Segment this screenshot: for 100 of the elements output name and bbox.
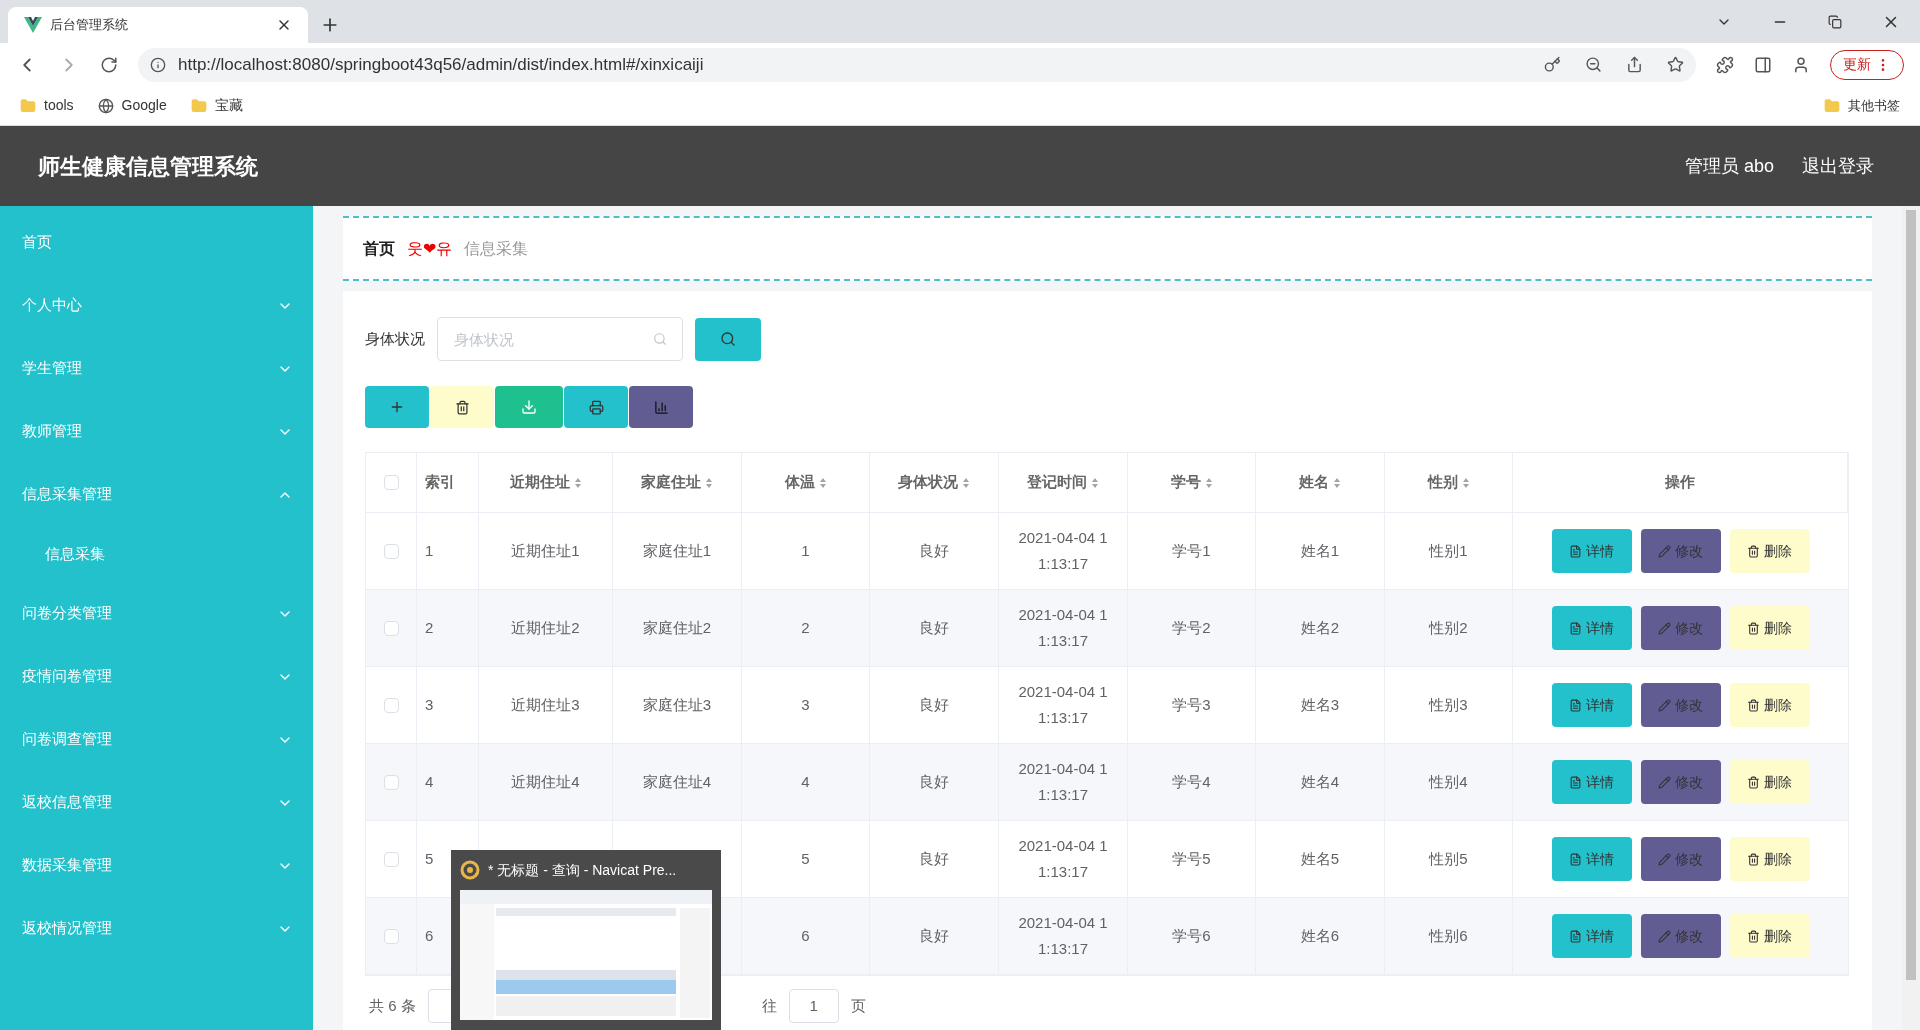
table-cell-text: 良好 (919, 771, 949, 792)
detail-button[interactable]: 详情 (1551, 683, 1632, 727)
bar-chart-icon (653, 399, 669, 415)
sort-icon[interactable] (1204, 476, 1213, 489)
column-header: 体温 (784, 472, 815, 493)
profile-icon[interactable] (1792, 55, 1810, 74)
row-checkbox[interactable] (383, 928, 399, 944)
pencil-icon (1658, 852, 1671, 866)
select-all-checkbox[interactable] (383, 475, 399, 490)
sort-icon[interactable] (1461, 476, 1470, 489)
table-cell-text: 2021-04-04 11:13:17 (1017, 605, 1109, 651)
pencil-icon (1658, 698, 1671, 712)
tab-title: 后台管理系统 (50, 16, 129, 35)
table-cell-text: 姓名5 (1300, 848, 1340, 869)
table-cell-text: 2021-04-04 11:13:17 (1017, 528, 1109, 574)
folder-icon (1824, 97, 1840, 114)
print-button[interactable] (564, 386, 628, 428)
pencil-icon (1658, 621, 1671, 635)
row-checkbox[interactable] (383, 543, 399, 559)
search-button[interactable] (695, 317, 761, 361)
table-cell-text: 2 (425, 617, 434, 638)
trash-icon (1747, 852, 1760, 866)
delete-button[interactable]: 删除 (1729, 914, 1810, 958)
star-icon[interactable] (1667, 56, 1684, 73)
scrollbar[interactable] (1902, 206, 1920, 1030)
table-cell-text: 5 (801, 848, 810, 869)
zoom-out-icon[interactable] (1585, 56, 1602, 73)
chart-button[interactable] (629, 386, 693, 428)
sort-icon[interactable] (818, 476, 827, 489)
table-cell-text: 性别2 (1429, 617, 1468, 638)
reload-icon[interactable] (100, 55, 118, 74)
detail-button[interactable]: 详情 (1551, 914, 1632, 958)
folder-icon (20, 97, 36, 114)
document-icon (1569, 775, 1582, 789)
table-cell-text: 4 (425, 771, 434, 792)
delete-button[interactable] (430, 386, 494, 428)
detail-button[interactable]: 详情 (1551, 760, 1632, 804)
browser-tab[interactable]: 后台管理系统 (8, 7, 308, 43)
table-cell-text: 姓名2 (1300, 617, 1340, 638)
column-header: 身体状况 (898, 472, 958, 493)
table-cell-text: 学号6 (1172, 925, 1211, 946)
table-cell-text: 学号2 (1172, 617, 1211, 638)
bookmark-link[interactable]: tools (44, 95, 74, 116)
address-bar[interactable]: http://localhost:8080/springboot43q56/admin/dist/index.html#/xinxicaiji (138, 47, 1696, 82)
column-header: 性别 (1427, 472, 1458, 493)
download-icon (521, 399, 537, 415)
breadcrumb-home[interactable]: 首页 (363, 236, 395, 261)
logo-icon (24, 17, 42, 33)
table-cell-text: 近期住址2 (511, 617, 580, 638)
taskbar-preview-tooltip[interactable]: * 无标题 - 查询 - Navicat Pre... (451, 850, 721, 1030)
table-cell-text: 性别1 (1429, 540, 1468, 561)
row-checkbox[interactable] (383, 697, 399, 713)
table-cell-text: 2021-04-04 11:13:17 (1017, 913, 1109, 959)
logout-link[interactable]: 退出登录 (1802, 152, 1874, 180)
bookmark-link[interactable]: 宝藏 (214, 95, 243, 116)
search-icon (720, 331, 736, 347)
sort-icon[interactable] (962, 476, 970, 489)
document-icon (1569, 698, 1582, 712)
table-cell-text: 性别3 (1429, 694, 1468, 715)
table-cell-text: 良好 (919, 694, 949, 715)
delete-button[interactable]: 删除 (1729, 529, 1810, 573)
share-icon[interactable] (1626, 56, 1643, 73)
sort-icon[interactable] (705, 476, 713, 489)
table-cell-text: 姓名1 (1300, 540, 1340, 561)
detail-button[interactable]: 详情 (1551, 529, 1632, 573)
row-checkbox[interactable] (383, 620, 399, 636)
app-icon (460, 860, 480, 880)
breadcrumb-current: 信息采集 (464, 238, 528, 259)
preview-title: * 无标题 - 查询 - Navicat Pre... (488, 860, 677, 880)
bookmark-link[interactable]: 其他书签 (1848, 95, 1900, 116)
table-cell-text: 2021-04-04 11:13:17 (1017, 836, 1109, 882)
row-checkbox[interactable] (383, 851, 399, 867)
trash-icon (1747, 544, 1760, 558)
detail-button[interactable]: 详情 (1551, 606, 1632, 650)
table-cell-text: 学号5 (1172, 848, 1211, 869)
table-cell-text: 6 (801, 925, 810, 946)
sort-icon[interactable] (573, 476, 582, 489)
key-icon[interactable] (1544, 56, 1561, 73)
table-cell-text: 5 (425, 848, 434, 869)
table-cell-text: 姓名4 (1300, 771, 1340, 792)
delete-button[interactable]: 删除 (1729, 760, 1810, 804)
search-field[interactable]: 身体状况 (437, 317, 683, 361)
row-checkbox[interactable] (383, 774, 399, 790)
table-cell-text: 姓名3 (1300, 694, 1340, 715)
side-panel-icon[interactable] (1754, 55, 1772, 74)
delete-button[interactable]: 删除 (1729, 683, 1810, 727)
url-text: http://localhost:8080/springboot43q56/admin/dist/index.html#/xinxicaiji (178, 53, 705, 76)
document-icon (1569, 544, 1582, 558)
extensions-icon[interactable] (1716, 55, 1734, 74)
page-input[interactable]: 1 (788, 989, 839, 1023)
restore-icon[interactable] (1828, 15, 1842, 29)
column-header: 姓名 (1299, 472, 1329, 493)
table-cell-text: 良好 (919, 925, 949, 946)
bookmark-link[interactable]: Google (121, 95, 167, 116)
delete-button[interactable]: 删除 (1729, 606, 1810, 650)
sort-icon[interactable] (1333, 476, 1341, 489)
column-header: 家庭住址 (641, 472, 701, 493)
sort-icon[interactable] (1091, 476, 1099, 489)
detail-button[interactable]: 详情 (1551, 837, 1632, 881)
delete-button[interactable]: 删除 (1729, 837, 1810, 881)
